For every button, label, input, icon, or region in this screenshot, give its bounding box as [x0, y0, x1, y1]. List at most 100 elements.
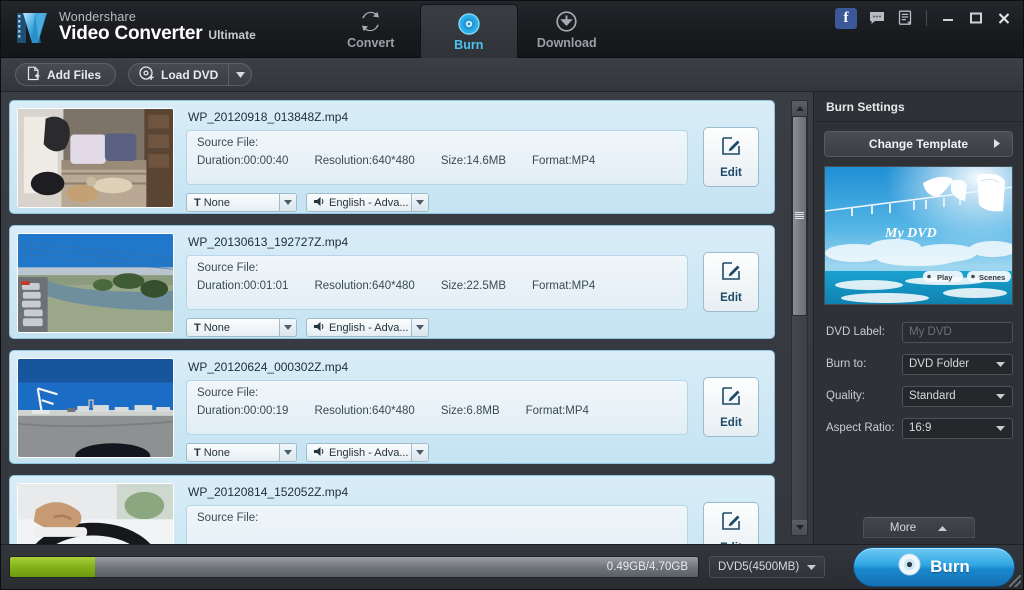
file-size: Size:6.8MB — [440, 405, 500, 417]
load-dvd-label: Load DVD — [161, 67, 219, 82]
quality-row: Quality: Standard — [826, 383, 1013, 409]
brand-company: Wondershare — [59, 9, 137, 24]
register-document-icon[interactable] — [892, 6, 918, 30]
edit-button[interactable]: Edit — [703, 127, 759, 187]
track-selectors: T None English - Adva... — [186, 443, 767, 462]
subtitle-value: None — [203, 321, 231, 334]
feedback-chat-icon[interactable] — [864, 6, 890, 30]
add-files-label: Add Files — [47, 67, 102, 82]
aspect-ratio-select[interactable]: 16:9 — [902, 417, 1013, 439]
chevron-down-icon[interactable] — [279, 194, 296, 211]
more-button[interactable]: More — [862, 517, 975, 538]
scrollbar-thumb[interactable] — [792, 116, 807, 316]
capacity-text: 0.49GB/4.70GB — [606, 561, 688, 573]
toolbar: Add Files Load DVD — [1, 58, 1023, 92]
disc-icon — [458, 12, 480, 36]
change-template-button[interactable]: Change Template — [824, 131, 1013, 157]
disc-type-select[interactable]: DVD5(4500MB) — [709, 556, 826, 578]
scrollbar-track[interactable] — [792, 116, 807, 520]
tab-burn[interactable]: Burn — [419, 4, 518, 58]
file-name: WP_20120624_000302Z.mp4 — [188, 360, 349, 374]
add-files-button[interactable]: Add Files — [15, 63, 117, 86]
burn-to-caption: Burn to: — [826, 358, 867, 370]
file-info: WP_20120918_013848Z.mp4 Source File: Dur… — [174, 108, 767, 212]
audio-select[interactable]: English - Adva... — [306, 443, 429, 462]
divider — [926, 10, 927, 26]
edit-button[interactable]: Edit — [703, 252, 759, 312]
tab-convert-label: Convert — [347, 35, 395, 50]
subtitle-value: None — [203, 196, 231, 209]
dvd-add-icon — [139, 65, 155, 84]
dvd-label-caption: DVD Label: — [826, 326, 885, 338]
file-card[interactable]: WP_20120814_152052Z.mp4 Source File: — [9, 475, 775, 544]
audio-select[interactable]: English - Adva... — [306, 318, 429, 337]
file-duration: Duration:00:00:19 — [197, 405, 289, 417]
maximize-icon[interactable] — [963, 6, 989, 30]
brand-logo: Wondershare Video Converter Ultimate — [1, 1, 256, 47]
audio-value: English - Adva... — [329, 196, 409, 209]
burn-to-select[interactable]: DVD Folder — [902, 353, 1013, 375]
edit-button[interactable]: Edit — [703, 377, 759, 437]
speaker-icon — [314, 321, 326, 335]
source-file-label: Source File: — [197, 137, 259, 149]
quality-select[interactable]: Standard — [902, 385, 1013, 407]
load-dvd-button[interactable]: Load DVD — [128, 63, 229, 86]
disc-icon — [898, 553, 921, 581]
file-size: Size:22.5MB — [440, 280, 507, 292]
pencil-edit-icon — [720, 135, 742, 162]
chevron-down-icon[interactable] — [279, 319, 296, 336]
facebook-icon[interactable]: f — [835, 7, 857, 29]
svg-text:My DVD: My DVD — [884, 226, 937, 241]
subtitle-select[interactable]: T None — [186, 318, 297, 337]
wondershare-v-icon — [15, 9, 51, 47]
tab-download[interactable]: Download — [518, 1, 616, 58]
burn-button[interactable]: Burn — [853, 547, 1015, 587]
chevron-down-icon — [996, 358, 1005, 370]
source-file-label: Source File: — [197, 387, 259, 399]
edit-button[interactable]: Edit — [703, 502, 759, 544]
edit-label: Edit — [720, 292, 742, 304]
file-card[interactable]: WP_20120918_013848Z.mp4 Source File: Dur… — [9, 100, 775, 214]
application-window: Wondershare Video Converter Ultimate Con… — [0, 0, 1024, 590]
source-file-label: Source File: — [197, 262, 259, 274]
tab-burn-label: Burn — [454, 37, 484, 52]
file-card[interactable]: WP_20120624_000302Z.mp4 Source File: Dur… — [9, 350, 775, 464]
minimize-icon[interactable] — [935, 6, 961, 30]
close-icon[interactable] — [991, 6, 1017, 30]
audio-select[interactable]: English - Adva... — [306, 193, 429, 212]
chevron-down-icon — [795, 525, 804, 530]
chevron-down-icon — [235, 71, 245, 78]
grip-lines-icon — [795, 212, 804, 220]
subtitle-icon: T — [194, 321, 201, 334]
scroll-up-button[interactable] — [792, 101, 807, 116]
settings-form: DVD Label: My DVD Burn to: DVD Folder Qu… — [814, 305, 1023, 447]
file-duration: Duration:00:00:40 — [197, 155, 289, 167]
chevron-down-icon[interactable] — [411, 444, 428, 461]
add-file-icon — [26, 66, 41, 84]
subtitle-select[interactable]: T None — [186, 443, 297, 462]
aspect-ratio-value: 16:9 — [909, 422, 932, 434]
resize-grip-icon[interactable] — [1009, 575, 1021, 587]
file-list-scrollbar[interactable] — [791, 100, 808, 536]
file-format: Format:MP4 — [532, 280, 596, 292]
chevron-down-icon[interactable] — [279, 444, 296, 461]
tab-convert[interactable]: Convert — [322, 1, 420, 58]
pencil-edit-icon — [720, 260, 742, 287]
chevron-down-icon[interactable] — [411, 319, 428, 336]
aspect-ratio-caption: Aspect Ratio: — [826, 422, 895, 434]
file-duration: Duration:00:01:01 — [197, 280, 289, 292]
audio-value: English - Adva... — [329, 321, 409, 334]
load-dvd-dropdown-button[interactable] — [228, 63, 253, 86]
source-file-box: Source File: Duration:00:01:01 Resolutio… — [186, 255, 688, 310]
template-preview[interactable]: My DVD Play Scenes — [824, 166, 1013, 305]
burn-to-value: DVD Folder — [909, 358, 970, 370]
subtitle-select[interactable]: T None — [186, 193, 297, 212]
edit-label: Edit — [720, 417, 742, 429]
dvd-label-input[interactable]: My DVD — [902, 321, 1013, 343]
more-label: More — [889, 521, 917, 534]
file-resolution: Resolution:640*480 — [314, 155, 415, 167]
scroll-down-button[interactable] — [792, 520, 807, 535]
disc-capacity-progress: 0.49GB/4.70GB — [9, 556, 699, 578]
chevron-down-icon[interactable] — [411, 194, 428, 211]
file-card[interactable]: WP_20130613_192727Z.mp4 Source File: Dur… — [9, 225, 775, 339]
